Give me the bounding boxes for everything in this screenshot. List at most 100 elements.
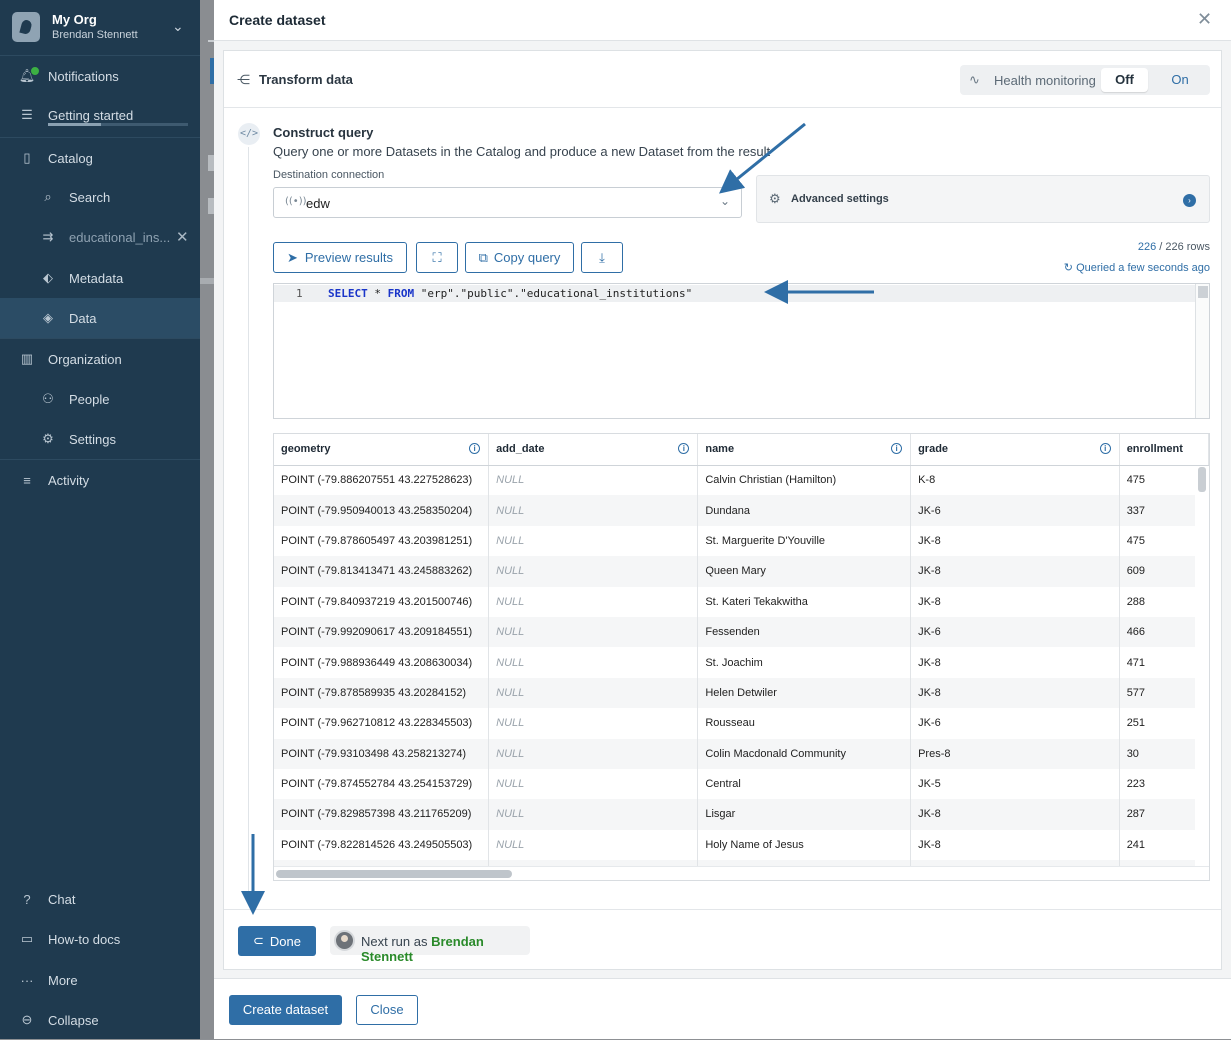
table-cell-name: Central bbox=[697, 768, 912, 800]
docs-icon: ▭ bbox=[20, 931, 34, 946]
queried-status[interactable]: ↻ Queried a few seconds ago bbox=[1024, 261, 1210, 274]
chevron-right-icon[interactable]: › bbox=[1183, 194, 1196, 207]
preview-label: Preview results bbox=[304, 250, 394, 265]
table-row[interactable]: POINT (-79.813413471 43.245883262) NULL Qu… bbox=[274, 556, 1209, 587]
info-icon[interactable]: i bbox=[891, 443, 903, 454]
nav-how-to-docs[interactable]: ▭ How-to docs bbox=[0, 919, 200, 959]
table-row[interactable]: POINT (-79.878589935 43.20284152) NULL Hel… bbox=[274, 677, 1209, 709]
table-cell-name: St. Marguerite D'Youville bbox=[697, 525, 912, 557]
row-count: 226 / 226 rows bbox=[1137, 241, 1210, 253]
avatar bbox=[334, 930, 355, 951]
advanced-settings[interactable]: ⚙ Advanced settings › bbox=[756, 175, 1210, 223]
table-row[interactable]: POINT (-79.962710812 43.228345503) NULL Ro… bbox=[274, 708, 1209, 739]
info-icon[interactable]: i bbox=[678, 443, 690, 454]
info-icon[interactable]: i bbox=[1099, 443, 1111, 454]
search-icon: ⌕ bbox=[44, 189, 52, 204]
table-cell-geometry: POINT (-79.886207551 43.227528623) bbox=[274, 465, 490, 496]
table-row[interactable]: POINT (-79.878605497 43.203981251) NULL St… bbox=[274, 525, 1209, 557]
health-on-option[interactable]: On bbox=[1156, 68, 1204, 92]
close-button[interactable]: Close bbox=[356, 995, 418, 1025]
nav-notifications[interactable]: 🔔︎ Notifications bbox=[0, 56, 200, 96]
nav-data[interactable]: ◈ Data bbox=[0, 298, 200, 338]
table-row[interactable]: POINT (-79.829857398 43.211765209) NULL Li… bbox=[274, 799, 1209, 830]
table-cell-grade: JK-8 bbox=[910, 586, 1120, 617]
nav-settings[interactable]: ⚙ Settings bbox=[0, 419, 200, 459]
nav-label: educational_ins... bbox=[69, 229, 171, 245]
table-row[interactable]: POINT (-79.992090617 43.209184551) NULL Fe… bbox=[274, 616, 1209, 648]
table-cell-grade: JK-8 bbox=[910, 647, 1120, 678]
nav-label: Settings bbox=[69, 431, 116, 447]
construct-query-title: Construct query bbox=[273, 125, 374, 140]
table-cell-geometry: POINT (-79.878605497 43.203981251) bbox=[274, 525, 490, 557]
nav-activity[interactable]: ≡ Activity bbox=[0, 460, 200, 500]
layers-icon: ◈ bbox=[43, 310, 53, 325]
column-label: geometry bbox=[281, 443, 331, 456]
column-header[interactable]: grade i bbox=[910, 434, 1120, 466]
chevron-down-icon[interactable]: ⌄ bbox=[720, 194, 730, 208]
table-cell-add-date: NULL bbox=[488, 586, 699, 617]
chevron-down-icon[interactable]: ⌄ bbox=[172, 18, 184, 35]
nav-more[interactable]: ··· More bbox=[0, 960, 200, 1000]
pulse-icon: ∿ bbox=[969, 72, 980, 87]
table-row[interactable]: POINT (-79.988936449 43.208630034) NULL St… bbox=[274, 647, 1209, 678]
table-link-icon: ⇉ bbox=[42, 229, 54, 244]
table-cell-add-date: NULL bbox=[488, 465, 699, 496]
people-icon: ⚇ bbox=[42, 391, 54, 406]
create-dataset-modal: Create dataset ✕ ⋲ Transform data ∿ Heal… bbox=[214, 0, 1231, 1039]
table-cell-grade: JK-6 bbox=[910, 708, 1120, 739]
table-cell-name: Calvin Christian (Hamilton) bbox=[697, 465, 912, 496]
close-icon[interactable]: ✕ bbox=[176, 228, 189, 246]
nav-people[interactable]: ⚇ People bbox=[0, 379, 200, 419]
copy-query-button[interactable]: ⧉ Copy query bbox=[465, 242, 574, 273]
nav-organization[interactable]: ▥ Organization bbox=[0, 339, 200, 379]
table-vertical-scrollbar[interactable] bbox=[1195, 466, 1209, 866]
table-cell-grade: JK-8 bbox=[910, 525, 1120, 557]
transform-card: ⋲ Transform data ∿ Health monitoring Off… bbox=[223, 50, 1222, 970]
nav-getting-started[interactable]: ☰ Getting started bbox=[0, 95, 200, 135]
column-header[interactable]: enrollment bbox=[1119, 434, 1209, 466]
table-horizontal-scrollbar[interactable] bbox=[274, 866, 1209, 880]
done-button[interactable]: ⊂ Done bbox=[238, 926, 316, 956]
preview-results-button[interactable]: ➤ Preview results bbox=[273, 242, 407, 273]
column-header[interactable]: name i bbox=[697, 434, 912, 466]
nav-collapse[interactable]: ⊖ Collapse bbox=[0, 1000, 200, 1040]
table-cell-add-date: NULL bbox=[488, 708, 699, 739]
table-row[interactable]: POINT (-79.886207551 43.227528623) NULL Ca… bbox=[274, 465, 1209, 496]
health-off-option[interactable]: Off bbox=[1101, 68, 1148, 92]
table-cell-geometry: POINT (-79.874552784 43.254153729) bbox=[274, 768, 490, 800]
download-button[interactable]: ⤓ bbox=[581, 242, 623, 273]
nav-open-dataset[interactable]: ⇉ educational_ins... ✕ bbox=[0, 217, 200, 257]
table-row[interactable]: POINT (-79.950940013 43.258350204) NULL Du… bbox=[274, 495, 1209, 526]
destination-select[interactable]: ((•)) edw ⌄ bbox=[273, 187, 742, 218]
nav-catalog[interactable]: ▯ Catalog bbox=[0, 138, 200, 178]
table-cell-add-date: NULL bbox=[488, 829, 699, 861]
table-row[interactable]: POINT (-79.822814526 43.249505503) NULL Ho… bbox=[274, 829, 1209, 861]
transform-footer: ⊂ Done Next run as Brendan Stennett bbox=[224, 909, 1221, 969]
table-cell-geometry: POINT (-79.840937219 43.201500746) bbox=[274, 586, 490, 617]
nav-metadata[interactable]: ⬖ Metadata bbox=[0, 258, 200, 298]
sidebar: My Org Brendan Stennett ⌄ 🔔︎ Notificatio… bbox=[0, 0, 200, 1039]
table-row[interactable]: POINT (-79.93103498 43.258213274) NULL Col… bbox=[274, 738, 1209, 769]
send-icon: ➤ bbox=[286, 249, 298, 265]
column-header[interactable]: geometry i bbox=[274, 434, 490, 466]
nav-label: Catalog bbox=[48, 150, 93, 166]
table-row[interactable]: POINT (-79.840937219 43.201500746) NULL St… bbox=[274, 586, 1209, 617]
nav-chat[interactable]: ? Chat bbox=[0, 879, 200, 919]
column-label: name bbox=[705, 443, 735, 456]
table-cell-name: Colin Macdonald Community bbox=[697, 738, 912, 769]
expand-button[interactable]: ⛶ bbox=[416, 242, 458, 273]
table-cell-name: St. Joachim bbox=[697, 647, 912, 678]
column-label: enrollment bbox=[1126, 443, 1183, 456]
table-row[interactable]: POINT (-79.874552784 43.254153729) NULL Ce… bbox=[274, 768, 1209, 800]
nav-search[interactable]: ⌕ Search bbox=[0, 177, 200, 217]
close-icon[interactable]: ✕ bbox=[1197, 9, 1212, 30]
info-icon[interactable]: i bbox=[469, 443, 481, 454]
sql-editor[interactable]: 1 SELECT * FROM "erp"."public"."educatio… bbox=[273, 283, 1210, 419]
column-header[interactable]: add_date i bbox=[488, 434, 699, 466]
editor-scrollbar[interactable] bbox=[1195, 284, 1209, 418]
sql-code[interactable]: SELECT * FROM "erp"."public"."educationa… bbox=[328, 287, 692, 300]
next-run-chip: Next run as Brendan Stennett bbox=[330, 926, 530, 964]
create-dataset-button[interactable]: Create dataset bbox=[229, 995, 342, 1025]
modal-footer: Create dataset Close bbox=[214, 978, 1231, 1039]
org-switcher[interactable]: My Org Brendan Stennett ⌄ bbox=[0, 0, 200, 55]
